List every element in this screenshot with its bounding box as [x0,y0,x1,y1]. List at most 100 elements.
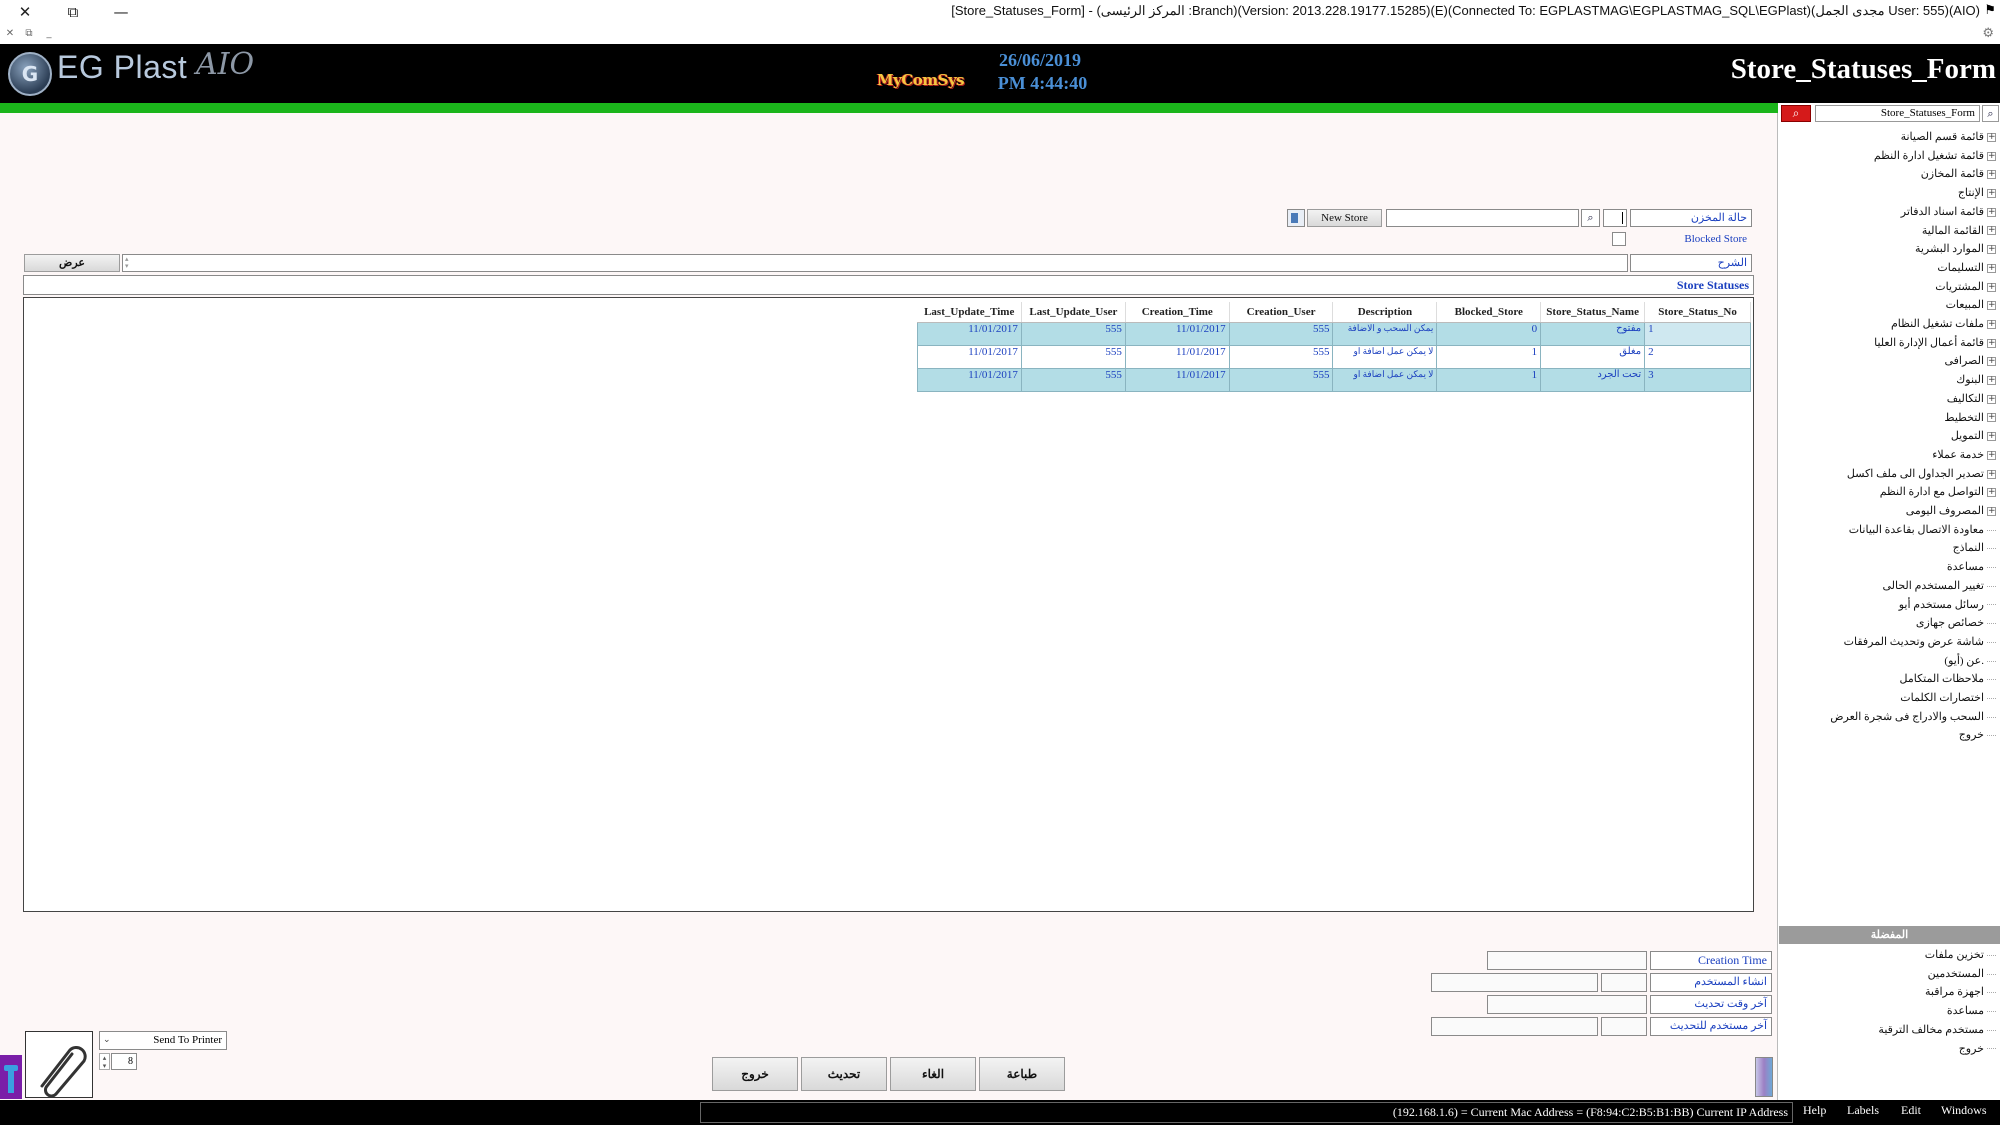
sidebar-item[interactable]: النماذج [1953,539,1996,557]
print-button[interactable]: طباعة [979,1057,1065,1091]
sidebar-item[interactable]: خصائص جهازى [1916,614,1996,632]
copies-input[interactable]: 8 [111,1053,137,1070]
sidebar-item[interactable]: تصدير الجداول الى ملف اكسل + [1847,465,1996,483]
expand-icon[interactable]: + [1987,226,1996,236]
cell-status-name[interactable]: مغلق [1540,344,1646,369]
expand-icon[interactable]: + [1987,319,1996,329]
child-minimize-icon[interactable]: _ [42,28,56,40]
column-header[interactable]: Creation_Time [1125,302,1230,323]
sidebar-item[interactable]: ملفات تشغيل النظام + [1891,315,1996,333]
cell-description[interactable]: لا يمكن عمل اضافة او [1332,344,1438,369]
print-mode-select[interactable]: ⌄ Send To Printer [99,1031,227,1050]
sidebar-item[interactable]: السحب والادراج فى شجرة العرض [1830,708,1996,726]
favorite-item[interactable]: خروج [1959,1040,1996,1058]
sidebar-item[interactable]: خدمة عملاء + [1932,446,1996,464]
cell-status-no[interactable]: 1 [1644,321,1751,346]
search-icon[interactable]: ⌕ [1781,105,1811,122]
view-button[interactable]: عرض [24,254,120,272]
cell-blocked-store[interactable]: 1 [1436,367,1542,392]
cell-blocked-store[interactable]: 1 [1436,344,1542,369]
menu-windows[interactable]: Windows [1941,1103,1987,1118]
sidebar-item[interactable]: الموارد البشرية + [1915,240,1996,258]
child-restore-icon[interactable]: ⧉ [22,28,36,40]
sidebar-item[interactable]: قائمة اسناد الدفاتر + [1901,203,1996,221]
favorite-item[interactable]: المستخدمين [1928,965,1996,983]
cell-creation-user[interactable]: 555 [1228,367,1334,392]
expand-icon[interactable]: + [1987,282,1996,292]
expand-icon[interactable]: + [1987,357,1996,367]
cell-creation-time[interactable]: 11/01/2017 [1124,367,1230,392]
sidebar-item[interactable]: الإنتاج + [1958,184,1996,202]
minimize-icon[interactable]: — [108,2,134,22]
cell-blocked-store[interactable]: 0 [1436,321,1542,346]
column-header[interactable]: Last_Update_User [1021,302,1126,323]
expand-icon[interactable]: + [1987,394,1996,404]
cell-last-update-user[interactable]: 555 [1020,344,1126,369]
expand-icon[interactable]: + [1987,263,1996,273]
column-header[interactable]: Creation_User [1229,302,1334,323]
cell-last-update-user[interactable]: 555 [1020,321,1126,346]
sidebar-item[interactable]: قائمة أعمال الإدارة العليا + [1874,334,1996,352]
expand-icon[interactable]: + [1987,151,1996,161]
close-icon[interactable]: ✕ [12,2,38,22]
table-row[interactable]: 11/01/2017 555 11/01/2017 555 يمكن السحب… [917,321,1751,346]
sidebar-item[interactable]: التمويل + [1951,427,1996,445]
store-status-code-input[interactable] [1603,209,1627,227]
expand-icon[interactable]: + [1987,245,1996,255]
table-row[interactable]: 11/01/2017 555 11/01/2017 555 لا يمكن عم… [917,367,1751,392]
sidebar-item[interactable]: مساعدة [1947,558,1996,576]
menu-help[interactable]: Help [1803,1103,1826,1118]
sidebar-item[interactable]: التكاليف + [1947,390,1996,408]
cell-status-no[interactable]: 3 [1644,367,1751,392]
menu-edit[interactable]: Edit [1901,1103,1921,1118]
favorite-item[interactable]: تخزين ملفات [1925,946,1996,964]
cell-last-update-time[interactable]: 11/01/2017 [917,367,1022,392]
column-header[interactable]: Store_Status_No [1644,302,1751,323]
sidebar-item[interactable]: الصرافى + [1945,352,1996,370]
cancel-button[interactable]: الغاء [890,1057,976,1091]
new-store-button[interactable]: New Store [1307,209,1382,227]
table-row[interactable]: 11/01/2017 555 11/01/2017 555 لا يمكن عم… [917,344,1751,369]
refresh-button[interactable]: تحديث [801,1057,887,1091]
column-header[interactable]: Store_Status_Name [1540,302,1646,323]
favorite-item[interactable]: اجهزة مراقبة [1925,983,1996,1001]
cell-description[interactable]: يمكن السحب و الاضافة [1332,321,1438,346]
sidebar-search-input[interactable]: Store_Statuses_Form [1815,105,1980,122]
cell-creation-user[interactable]: 555 [1228,321,1334,346]
menu-labels[interactable]: Labels [1847,1103,1879,1118]
expand-icon[interactable]: + [1987,338,1996,348]
sidebar-item[interactable]: رسائل مستخدم أيو [1899,596,1996,614]
expand-icon[interactable]: + [1987,488,1996,498]
expand-icon[interactable]: + [1987,376,1996,386]
expand-icon[interactable]: + [1987,432,1996,442]
sidebar-item[interactable]: المصروف اليومى + [1906,502,1996,520]
expand-icon[interactable]: + [1987,413,1996,423]
attachment-button[interactable] [25,1031,93,1098]
expand-icon[interactable]: + [1987,189,1996,199]
column-header[interactable]: Description [1332,302,1438,323]
restore-icon[interactable]: ⧉ [60,2,86,22]
sidebar-item[interactable]: التخطيط + [1944,409,1996,427]
sidebar-item[interactable]: ملاحظات المتكامل [1900,670,1996,688]
child-close-icon[interactable]: ✕ [3,28,17,40]
sidebar-item[interactable]: قائمة المخازن + [1921,165,1996,183]
sidebar-item[interactable]: المبيعات + [1946,296,1996,314]
expand-icon[interactable]: + [1987,506,1996,516]
expand-icon[interactable]: + [1987,132,1996,142]
store-status-name-input[interactable] [1386,209,1579,227]
favorite-item[interactable]: مساعدة [1947,1002,1996,1020]
sidebar-item[interactable]: معاودة الاتصال بقاعدة البيانات [1849,521,1996,539]
sidebar-item[interactable]: قائمة قسم الصيانة + [1901,128,1996,146]
expand-icon[interactable]: + [1987,450,1996,460]
expand-icon[interactable]: + [1987,469,1996,479]
description-input[interactable]: ▴ ▾ [122,254,1628,272]
cell-description[interactable]: لا يمكن عمل اضافة او [1332,367,1438,392]
cell-status-name[interactable]: تحت الجرد [1540,367,1646,392]
cell-last-update-user[interactable]: 555 [1020,367,1126,392]
sidebar-item[interactable]: اختصارات الكلمات [1900,689,1996,707]
favorite-item[interactable]: مستخدم مخالف الترقية [1878,1021,1996,1039]
column-header[interactable]: Blocked_Store [1436,302,1542,323]
cell-creation-user[interactable]: 555 [1228,344,1334,369]
cell-last-update-time[interactable]: 11/01/2017 [917,321,1022,346]
cell-last-update-time[interactable]: 11/01/2017 [917,344,1022,369]
